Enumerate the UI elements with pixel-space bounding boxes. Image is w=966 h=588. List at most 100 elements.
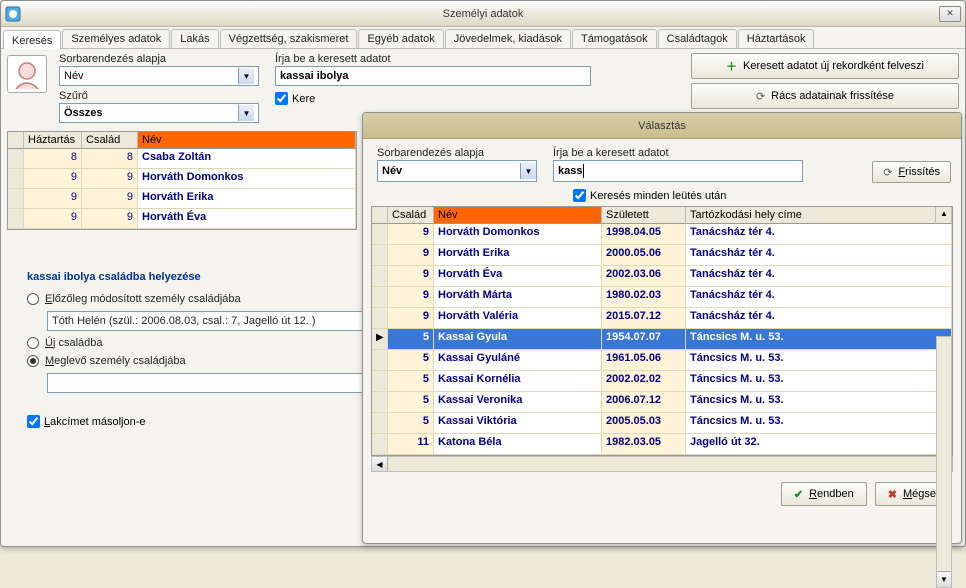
sel-search-input[interactable]: kass — [553, 160, 803, 182]
tab-t-mogat-sok[interactable]: Támogatások — [572, 29, 657, 48]
search-every-keystroke-label: Kere — [292, 93, 315, 105]
filter-combo[interactable]: Összes ▼ — [59, 103, 259, 123]
tab-csal-dtagok[interactable]: Családtagok — [658, 29, 737, 48]
tab-szem-lyes-adatok[interactable]: Személyes adatok — [62, 29, 170, 48]
sort-combo-value: Név — [64, 70, 84, 82]
col-szuletett[interactable]: Született — [602, 207, 686, 224]
table-row[interactable]: ▶5Kassai Gyula1954.07.07Táncsics M. u. 5… — [372, 329, 952, 350]
table-row[interactable]: 9Horváth Domonkos1998.04.05Tanácsház tér… — [372, 224, 952, 245]
row-indicator — [372, 266, 388, 287]
table-row[interactable]: 9Horváth Erika2000.05.06Tanácsház tér 4. — [372, 245, 952, 266]
sort-combo[interactable]: Név ▼ — [59, 66, 259, 86]
cell-csalad: 9 — [388, 224, 434, 245]
cell-szuletett: 2015.07.12 — [602, 308, 686, 329]
sel-refresh-button[interactable]: ⟳ Frissítés — [872, 161, 951, 183]
tab-keres-s[interactable]: Keresés — [3, 30, 61, 49]
col-nev[interactable]: Név — [138, 132, 356, 149]
radio-icon-selected — [27, 355, 39, 367]
radio-icon — [27, 337, 39, 349]
sel-sort-combo[interactable]: Név ▼ — [377, 160, 537, 182]
scroll-down-button[interactable]: ▼ — [937, 571, 951, 587]
cell-nev: Horváth Valéria — [434, 308, 602, 329]
ok-button[interactable]: ✔ Rendben — [781, 482, 867, 506]
cell-haztartas: 9 — [24, 189, 82, 209]
cell-csalad: 9 — [82, 209, 138, 229]
cell-address: Tanácsház tér 4. — [686, 224, 952, 245]
table-row[interactable]: 99Horváth Domonkos — [8, 169, 356, 189]
cell-nev: Kassai Viktória — [434, 413, 602, 434]
cell-address: Táncsics M. u. 53. — [686, 329, 952, 350]
row-indicator — [372, 287, 388, 308]
table-row[interactable]: 5Kassai Kornélia2002.02.02Táncsics M. u.… — [372, 371, 952, 392]
main-grid[interactable]: Háztartás Család Név 88Csaba Zoltán99Hor… — [7, 131, 357, 230]
cell-haztartas: 8 — [24, 149, 82, 169]
cell-nev: Kassai Veronika — [434, 392, 602, 413]
col-address[interactable]: Tartózkodási hely címe — [686, 207, 936, 224]
filter-combo-value: Összes — [64, 107, 103, 119]
table-row[interactable]: 9Horváth Márta1980.02.03Tanácsház tér 4. — [372, 287, 952, 308]
row-indicator — [372, 245, 388, 266]
radio-existing-family-label: Meglevő személy családjába — [45, 355, 186, 367]
selection-h-scrollbar[interactable]: ◀ ▶ — [371, 456, 953, 472]
cell-szuletett: 1998.04.05 — [602, 224, 686, 245]
cell-address: Tanácsház tér 4. — [686, 245, 952, 266]
tab-j-vedelmek-kiad-sok[interactable]: Jövedelmek, kiadások — [445, 29, 571, 48]
cell-nev: Kassai Kornélia — [434, 371, 602, 392]
table-row[interactable]: 88Csaba Zoltán — [8, 149, 356, 169]
refresh-grid-button[interactable]: ⟳ Rács adatainak frissítése — [691, 83, 959, 109]
row-indicator — [8, 149, 24, 169]
cell-nev: Kassai Gyuláné — [434, 350, 602, 371]
table-row[interactable]: 5Kassai Viktória2005.05.03Táncsics M. u.… — [372, 413, 952, 434]
cell-address: Tanácsház tér 4. — [686, 287, 952, 308]
sel-every-keystroke-checkbox[interactable] — [573, 189, 586, 202]
cell-szuletett: 2002.02.02 — [602, 371, 686, 392]
search-input[interactable]: kassai ibolya — [275, 66, 591, 86]
add-as-new-record-button[interactable]: ＋ Keresett adatot új rekordként felveszi — [691, 53, 959, 79]
copy-address-checkbox[interactable] — [27, 415, 40, 428]
cell-nev: Horváth Erika — [434, 245, 602, 266]
tab-egy-b-adatok[interactable]: Egyéb adatok — [358, 29, 443, 48]
tab-v-gzetts-g-szakismeret[interactable]: Végzettség, szakismeret — [220, 29, 358, 48]
titlebar[interactable]: Személyi adatok ✕ — [1, 1, 965, 27]
cell-address: Táncsics M. u. 53. — [686, 371, 952, 392]
refresh-icon: ⟳ — [756, 90, 765, 103]
col-csalad[interactable]: Család — [388, 207, 434, 224]
text-caret — [583, 164, 584, 178]
scroll-left-button[interactable]: ◀ — [372, 457, 388, 471]
sel-refresh-label: Frissítés — [898, 166, 940, 178]
cell-csalad: 9 — [82, 169, 138, 189]
cell-szuletett: 2006.07.12 — [602, 392, 686, 413]
table-row[interactable]: 99Horváth Erika — [8, 189, 356, 209]
radio-new-family-label: Új családba — [45, 337, 103, 349]
table-row[interactable]: 5Kassai Veronika2006.07.12Táncsics M. u.… — [372, 392, 952, 413]
close-button[interactable]: ✕ — [939, 6, 961, 22]
avatar-icon — [7, 55, 47, 93]
col-csalad[interactable]: Család — [82, 132, 138, 149]
table-row[interactable]: 11Katona Béla1982.03.05Jagelló út 32. — [372, 434, 952, 455]
plus-icon: ＋ — [726, 58, 737, 74]
selection-window: Választás Sorbarendezés alapja Név ▼ Írj… — [362, 112, 962, 544]
sel-every-keystroke-label: Keresés minden leütés után — [590, 190, 726, 202]
table-row[interactable]: 9Horváth Éva2002.03.06Tanácsház tér 4. — [372, 266, 952, 287]
table-row[interactable]: 5Kassai Gyuláné1961.05.06Táncsics M. u. … — [372, 350, 952, 371]
col-haztartas[interactable]: Háztartás — [24, 132, 82, 149]
cell-nev: Horváth Éva — [138, 209, 356, 229]
existing-family-input[interactable] — [47, 373, 377, 393]
selection-grid[interactable]: Család Név Született Tartózkodási hely c… — [371, 206, 953, 456]
row-indicator — [372, 392, 388, 413]
scroll-up-button[interactable]: ▲ — [936, 207, 952, 224]
cell-nev: Horváth Domonkos — [434, 224, 602, 245]
table-row[interactable]: 9Horváth Valéria2015.07.12Tanácsház tér … — [372, 308, 952, 329]
cell-csalad: 8 — [82, 149, 138, 169]
selection-v-scrollbar[interactable]: ▲ ▼ — [936, 336, 952, 588]
tab-lak-s[interactable]: Lakás — [171, 29, 218, 48]
search-every-keystroke-checkbox[interactable] — [275, 92, 288, 105]
table-row[interactable]: 99Horváth Éva — [8, 209, 356, 229]
selection-title[interactable]: Választás — [363, 113, 961, 139]
col-nev[interactable]: Név — [434, 207, 602, 224]
row-indicator — [8, 169, 24, 189]
cell-haztartas: 9 — [24, 209, 82, 229]
search-label: Írja be a keresett adatot — [275, 53, 599, 65]
tab-h-ztart-sok[interactable]: Háztartások — [738, 29, 815, 48]
cell-nev: Horváth Márta — [434, 287, 602, 308]
